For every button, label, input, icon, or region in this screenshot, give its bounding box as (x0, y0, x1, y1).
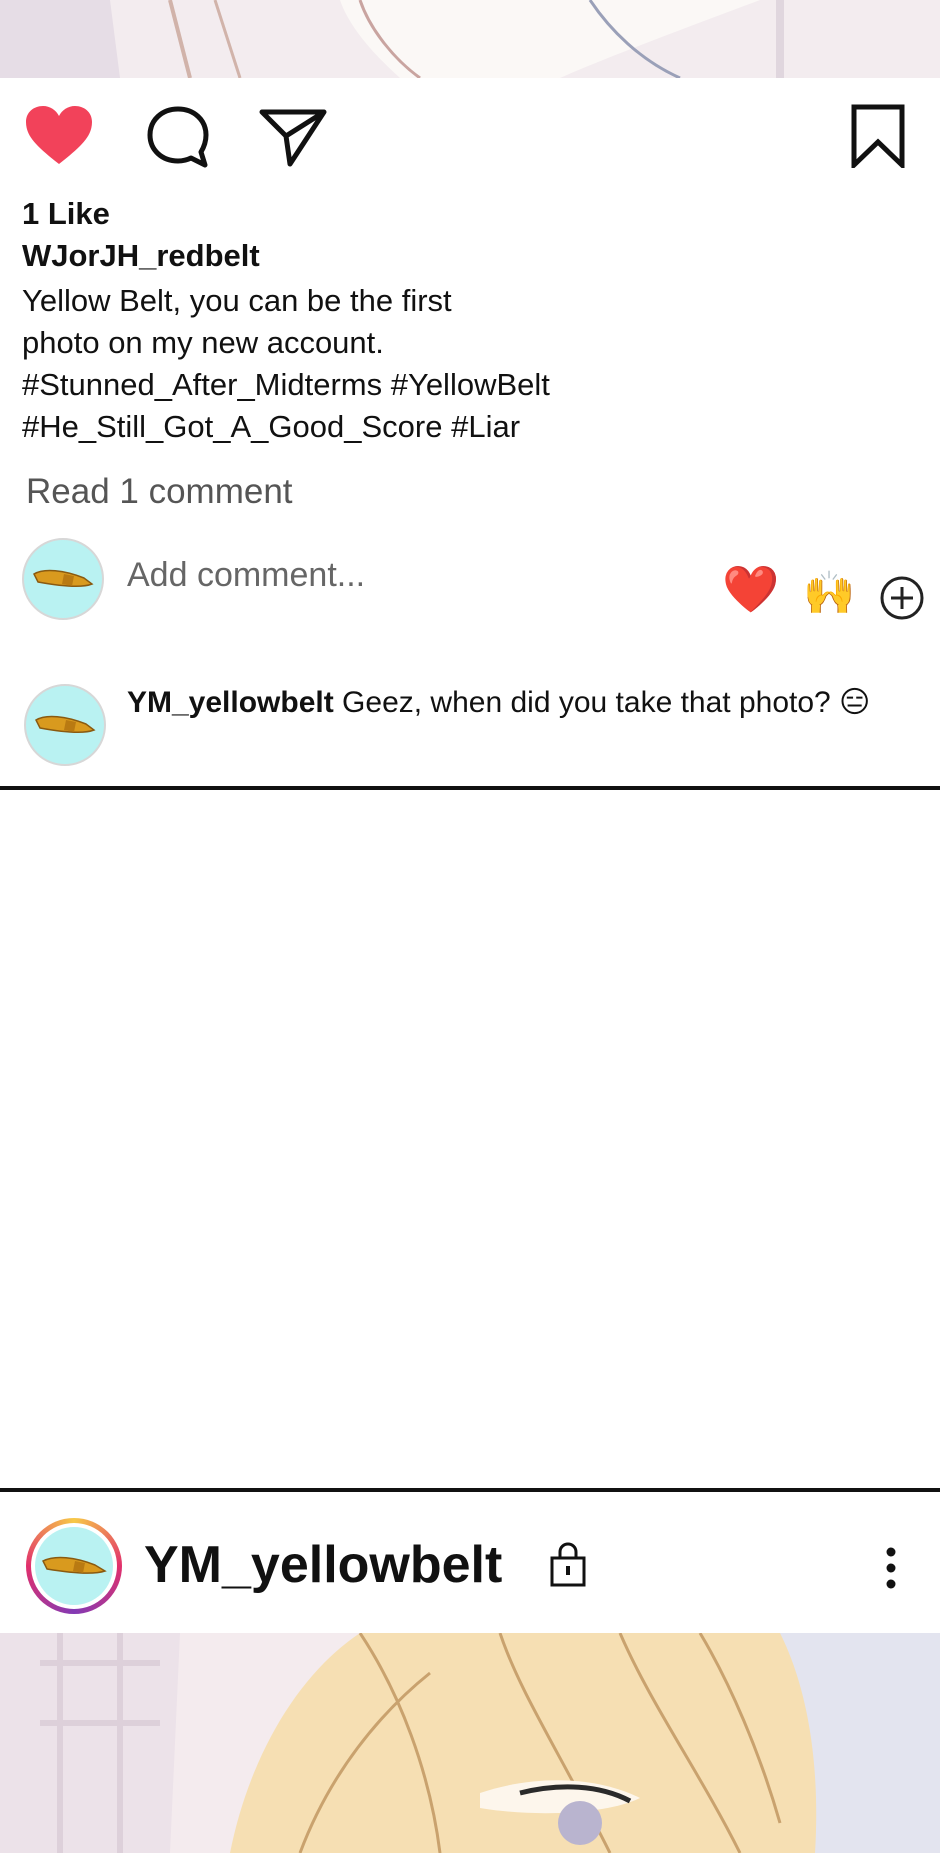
heart-filled-icon (26, 106, 92, 164)
vertical-dots-icon (886, 1547, 896, 1589)
like-button[interactable] (24, 104, 94, 168)
belt-icon (33, 569, 94, 587)
read-comments-link[interactable]: Read 1 comment (26, 472, 293, 512)
caption-line[interactable]: #Stunned_After_Midterms #YellowBelt (22, 364, 802, 406)
post-divider (0, 1488, 940, 1492)
bookmark-icon (851, 104, 905, 168)
avatar[interactable] (24, 684, 106, 766)
save-button[interactable] (850, 104, 906, 168)
comment-input[interactable]: Add comment... (127, 556, 365, 595)
post1-photo[interactable] (0, 0, 940, 78)
belt-icon (41, 1556, 107, 1574)
quick-reaction-heart[interactable]: ❤️ (722, 560, 779, 618)
quick-reaction-raised-hands[interactable]: 🙌 (803, 566, 855, 620)
belt-icon (35, 715, 96, 733)
comment-username[interactable]: YM_yellowbelt (127, 686, 334, 719)
more-reactions-button[interactable] (878, 574, 926, 627)
like-count[interactable]: 1 Like (22, 196, 110, 232)
post-divider (0, 786, 940, 790)
comment-button[interactable] (145, 104, 211, 170)
paper-plane-icon (259, 109, 327, 167)
caption-line[interactable]: #He_Still_Got_A_Good_Score #Liar (22, 406, 802, 448)
post-caption: Yellow Belt, you can be the first photo … (22, 280, 802, 448)
post-username[interactable]: YM_yellowbelt (144, 1535, 502, 1595)
post-menu-button[interactable] (876, 1544, 906, 1599)
speech-bubble-icon (147, 106, 209, 168)
private-account-indicator (548, 1542, 588, 1593)
avatar[interactable] (22, 538, 104, 620)
padlock-icon (550, 1542, 586, 1587)
share-button[interactable] (258, 108, 328, 168)
post-author[interactable]: WJorJH_redbelt (22, 238, 260, 274)
caption-line: Yellow Belt, you can be the first (22, 283, 452, 318)
story-avatar[interactable] (26, 1518, 122, 1614)
avatar (35, 1527, 113, 1605)
story-ring-gap (31, 1523, 117, 1609)
caption-line: photo on my new account. (22, 325, 384, 360)
comment-body: YM_yellowbelt Geez, when did you take th… (127, 682, 917, 724)
plus-circle-icon (880, 576, 924, 620)
post2-photo[interactable] (0, 1633, 940, 1853)
comment-text: Geez, when did you take that photo? 😑 (333, 686, 871, 719)
